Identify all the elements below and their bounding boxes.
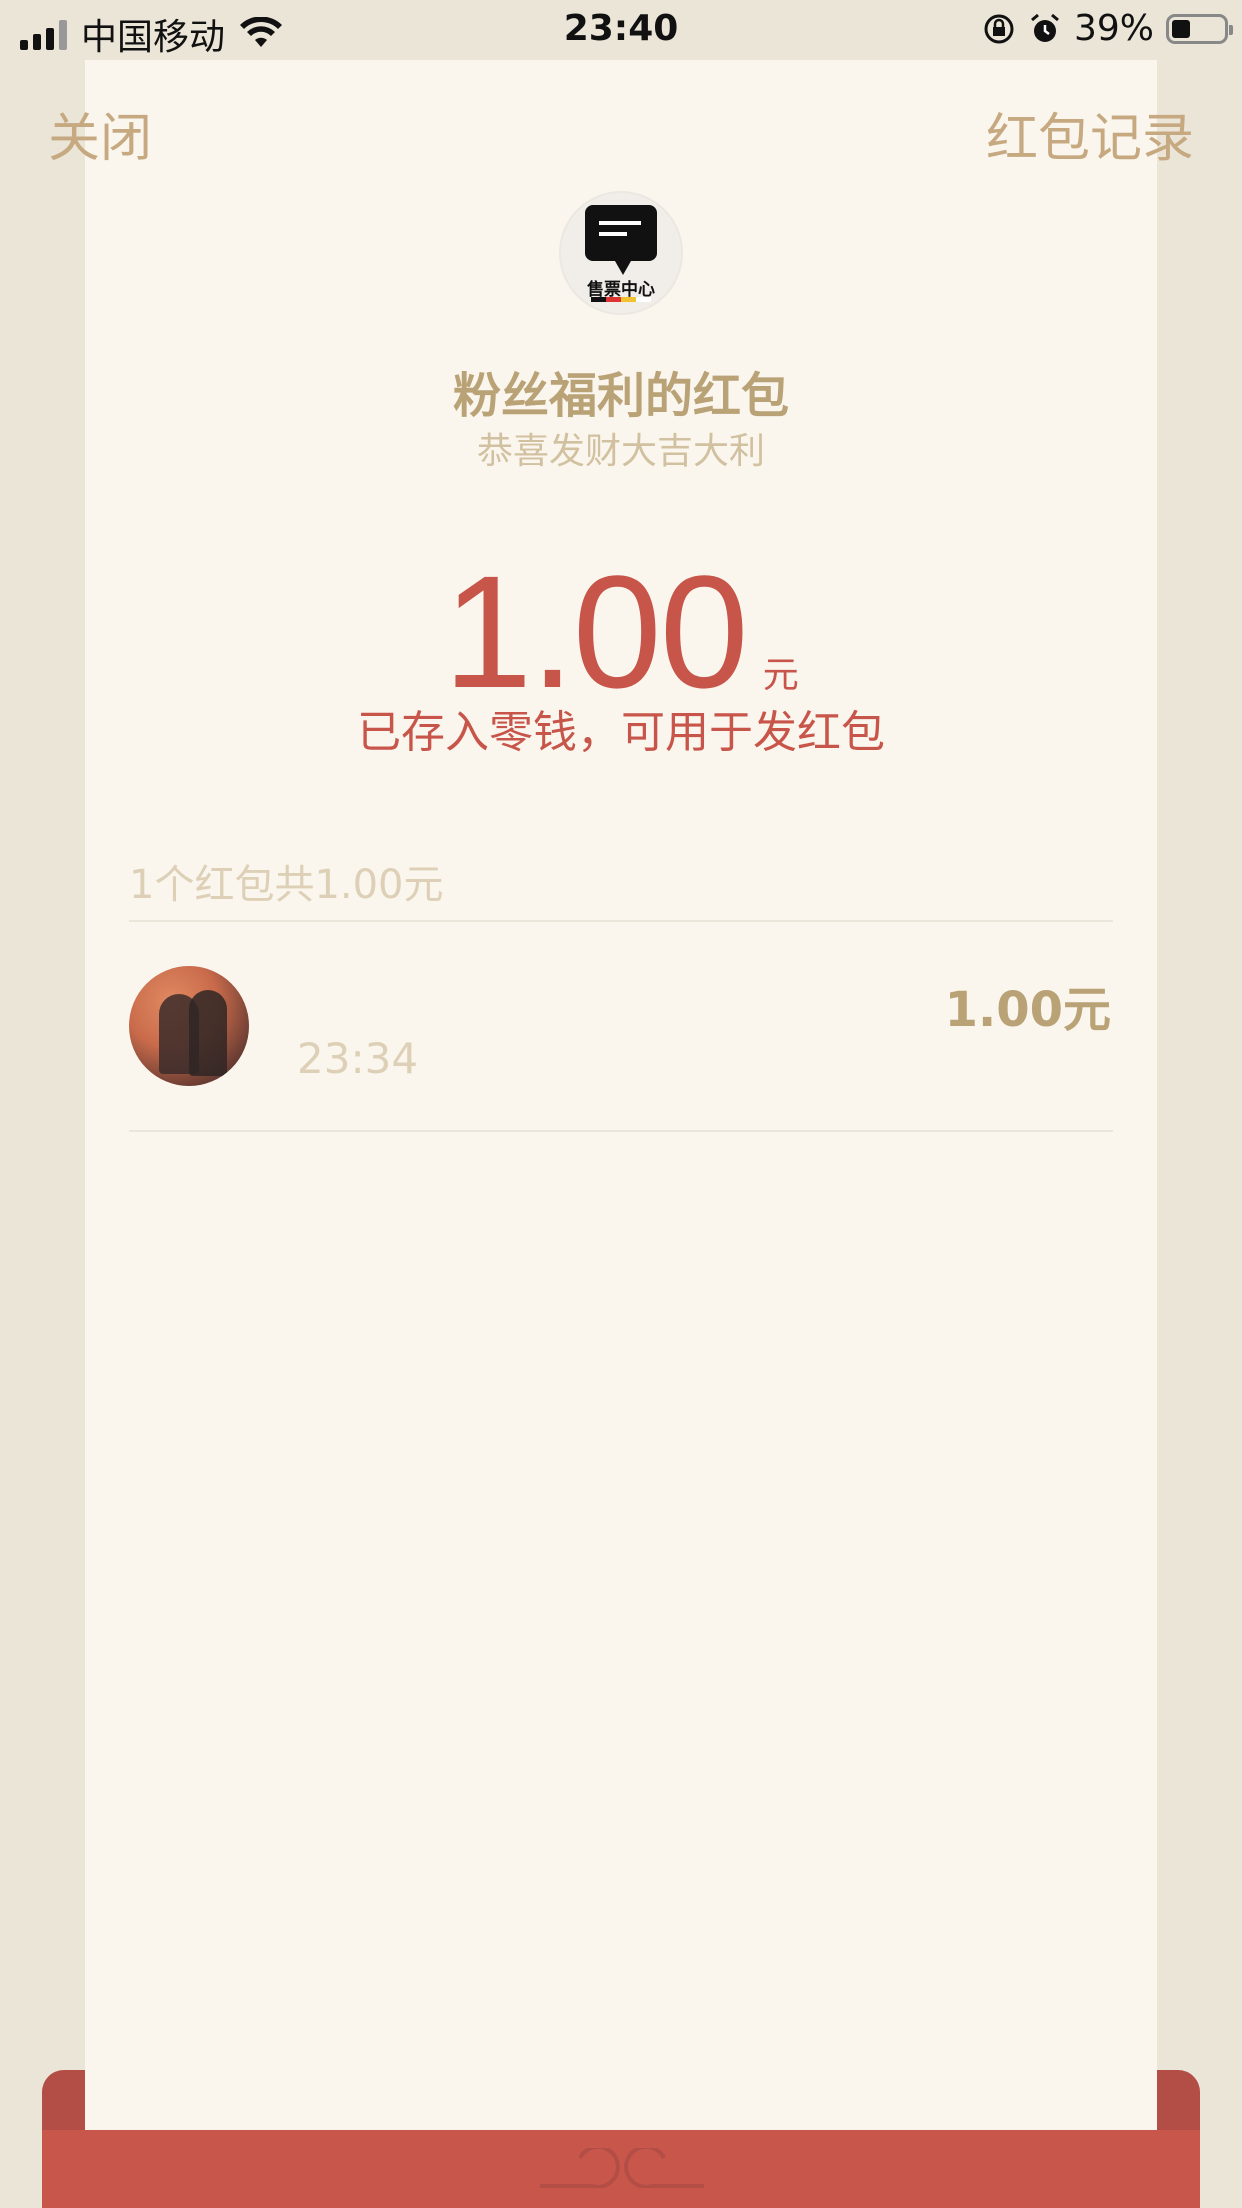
red-packet-records-button[interactable]: 红包记录	[986, 96, 1194, 171]
fold-icon	[540, 2148, 704, 2188]
packet-summary: 1个红包共1.00元	[129, 862, 444, 908]
close-button[interactable]: 关闭	[48, 96, 152, 171]
battery-icon	[1166, 13, 1233, 44]
status-right: 39%	[982, 8, 1233, 49]
packet-wish: 恭喜发财大吉大利	[476, 431, 765, 472]
orientation-lock-icon	[984, 14, 1014, 43]
avatar[interactable]	[129, 966, 249, 1086]
list-item[interactable]: 1.00元 23:34	[129, 966, 1113, 1090]
record-amount: 1.00元	[944, 982, 1111, 1038]
divider	[129, 920, 1113, 922]
status-bar: 中国移动 23:40 39%	[0, 0, 1242, 60]
card-bottom	[85, 2070, 1157, 2130]
divider	[129, 1130, 1113, 1132]
packet-title: 粉丝福利的红包	[452, 368, 789, 424]
deposit-note-link[interactable]: 已存入零钱，可用于发红包	[0, 696, 1242, 760]
screen: 中国移动 23:40 39% 关闭 红包记录 售票中心 粉丝福利的红包 恭喜发财…	[0, 0, 1242, 2208]
alarm-icon	[1031, 13, 1059, 42]
chat-bubble-icon	[585, 205, 657, 275]
amount-unit: 元	[762, 655, 799, 696]
battery-percent: 39%	[1073, 8, 1154, 49]
record-time: 23:34	[297, 1034, 419, 1083]
amount-value: 1.00	[443, 542, 748, 721]
sender-avatar[interactable]: 售票中心	[561, 193, 681, 313]
